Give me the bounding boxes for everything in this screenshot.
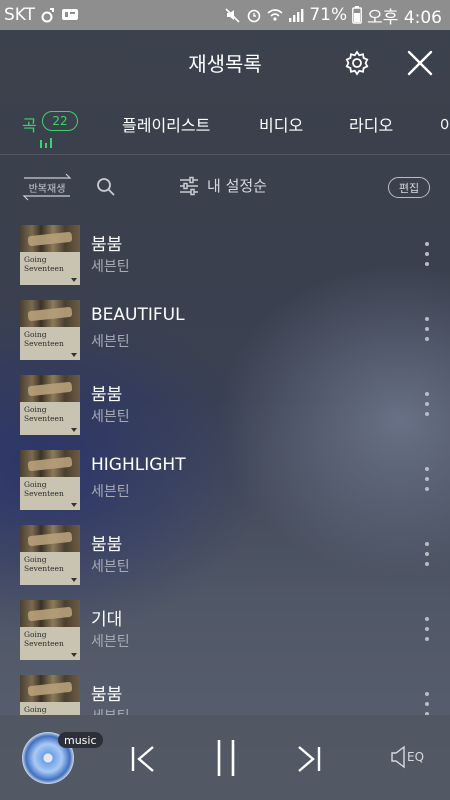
- tab-more[interactable]: 아: [440, 112, 450, 136]
- settings-button[interactable]: [343, 49, 371, 77]
- song-artist: 세븐틴: [91, 409, 130, 425]
- next-button[interactable]: [296, 745, 322, 777]
- tab-playlists-label: 플레이리스트: [122, 116, 211, 135]
- list-item[interactable]: GoingSeventeen 붐붐 세븐틴: [0, 370, 450, 445]
- song-title: HIGHLIGHT: [91, 455, 186, 475]
- sort-label: 내 설정순: [207, 177, 267, 195]
- song-title: BEAUTIFUL: [91, 305, 185, 325]
- music-badge: music: [58, 732, 103, 748]
- wifi-icon: [267, 7, 283, 23]
- song-title: 기대: [91, 610, 123, 630]
- album-art: GoingSeventeen: [20, 300, 80, 360]
- song-artist: 세븐틴: [91, 634, 130, 650]
- list-item[interactable]: Going Seventeen 기대 세븐틴: [0, 595, 450, 670]
- song-count-badge: 22: [42, 111, 78, 131]
- album-art: GoingSeventeen: [20, 525, 80, 585]
- list-item[interactable]: Going Seventeen HIGHLIGHT 세븐틴: [0, 445, 450, 520]
- album-art: GoingSeventeen: [20, 375, 80, 435]
- tab-songs-label: 곡: [22, 116, 37, 135]
- album-art: GoingSeventeen: [20, 225, 80, 285]
- previous-icon: [131, 746, 154, 772]
- now-playing-indicator-icon: [40, 138, 52, 148]
- song-title: 붐붐: [91, 235, 123, 255]
- playlist-header: 재생목록: [0, 30, 450, 96]
- close-icon: [407, 50, 433, 76]
- eq-label: EQ: [407, 750, 425, 764]
- album-art: GoingSeventeen: [20, 450, 80, 510]
- gear-icon: [345, 50, 369, 76]
- edit-button[interactable]: 편집: [388, 177, 430, 198]
- song-list[interactable]: Going Seventeen 붐붐 세븐틴 Going Seventeen BEA…: [0, 220, 450, 715]
- album-art: GoingSeventeen: [20, 600, 80, 660]
- tab-playlists[interactable]: 플레이리스트: [122, 112, 210, 136]
- more-options-icon[interactable]: [418, 692, 436, 715]
- close-button[interactable]: [406, 49, 434, 77]
- alarm-icon: [246, 7, 262, 23]
- list-item[interactable]: GoingSeventeen 붐붐 세븐틴: [0, 520, 450, 595]
- mute-icon: [225, 7, 241, 23]
- carrier-label: SKT: [4, 5, 36, 25]
- song-title: 붐붐: [91, 385, 123, 405]
- song-artist: 세븐틴: [91, 484, 130, 500]
- tab-more-label: 아: [440, 116, 450, 135]
- more-options-icon[interactable]: [418, 617, 436, 641]
- sort-button[interactable]: 내 설정순: [179, 175, 267, 196]
- status-bar: SKT 71% 오후 4:06: [0, 0, 450, 30]
- pause-button[interactable]: [214, 738, 238, 782]
- album-art: GoingSeventeen: [20, 675, 80, 715]
- more-options-icon[interactable]: [418, 317, 436, 341]
- more-options-icon[interactable]: [418, 392, 436, 416]
- mini-player: music EQ: [0, 715, 450, 800]
- song-title: 붐붐: [91, 685, 123, 705]
- list-item[interactable]: GoingSeventeen 붐붐 세븐틴: [0, 220, 450, 295]
- more-options-icon[interactable]: [418, 467, 436, 491]
- more-options-icon[interactable]: [418, 242, 436, 266]
- song-artist: 세븐틴: [91, 334, 130, 350]
- song-title: 붐붐: [91, 535, 123, 555]
- clock-label: 오후 4:06: [367, 7, 442, 28]
- next-icon: [298, 746, 321, 772]
- sliders-icon: [180, 176, 198, 195]
- tab-songs[interactable]: 곡: [22, 112, 37, 136]
- list-item[interactable]: Going Seventeen BEAUTIFUL 세븐틴: [0, 295, 450, 370]
- battery-icon: [352, 6, 363, 24]
- song-artist: 세븐틴: [91, 706, 130, 715]
- list-toolbar: 반복재생 내 설정순 편집: [0, 155, 450, 220]
- pause-icon: [217, 740, 235, 776]
- song-artist: 세븐틴: [91, 259, 130, 275]
- signal-icon: [288, 7, 304, 23]
- battery-label: 71%: [309, 5, 348, 25]
- search-button[interactable]: [96, 177, 116, 197]
- more-options-icon[interactable]: [418, 542, 436, 566]
- talk-badge-icon: [61, 7, 79, 23]
- tab-bar: 곡 22 플레이리스트 비디오 라디오 아: [0, 96, 450, 155]
- song-artist: 세븐틴: [91, 559, 130, 575]
- music-app-icon: [41, 7, 55, 23]
- tab-radio[interactable]: 라디오: [349, 112, 393, 136]
- repeat-label: 반복재생: [28, 184, 66, 195]
- search-icon: [97, 178, 115, 196]
- page-title: 재생목록: [188, 52, 262, 76]
- list-item[interactable]: GoingSeventeen 붐붐 세븐틴: [0, 670, 450, 715]
- speaker-icon: [391, 745, 405, 769]
- previous-button[interactable]: [130, 745, 156, 777]
- equalizer-button[interactable]: EQ: [390, 745, 424, 769]
- tab-videos[interactable]: 비디오: [259, 112, 303, 136]
- repeat-button[interactable]: 반복재생: [20, 172, 74, 202]
- tab-radio-label: 라디오: [349, 116, 394, 135]
- tab-videos-label: 비디오: [259, 116, 304, 135]
